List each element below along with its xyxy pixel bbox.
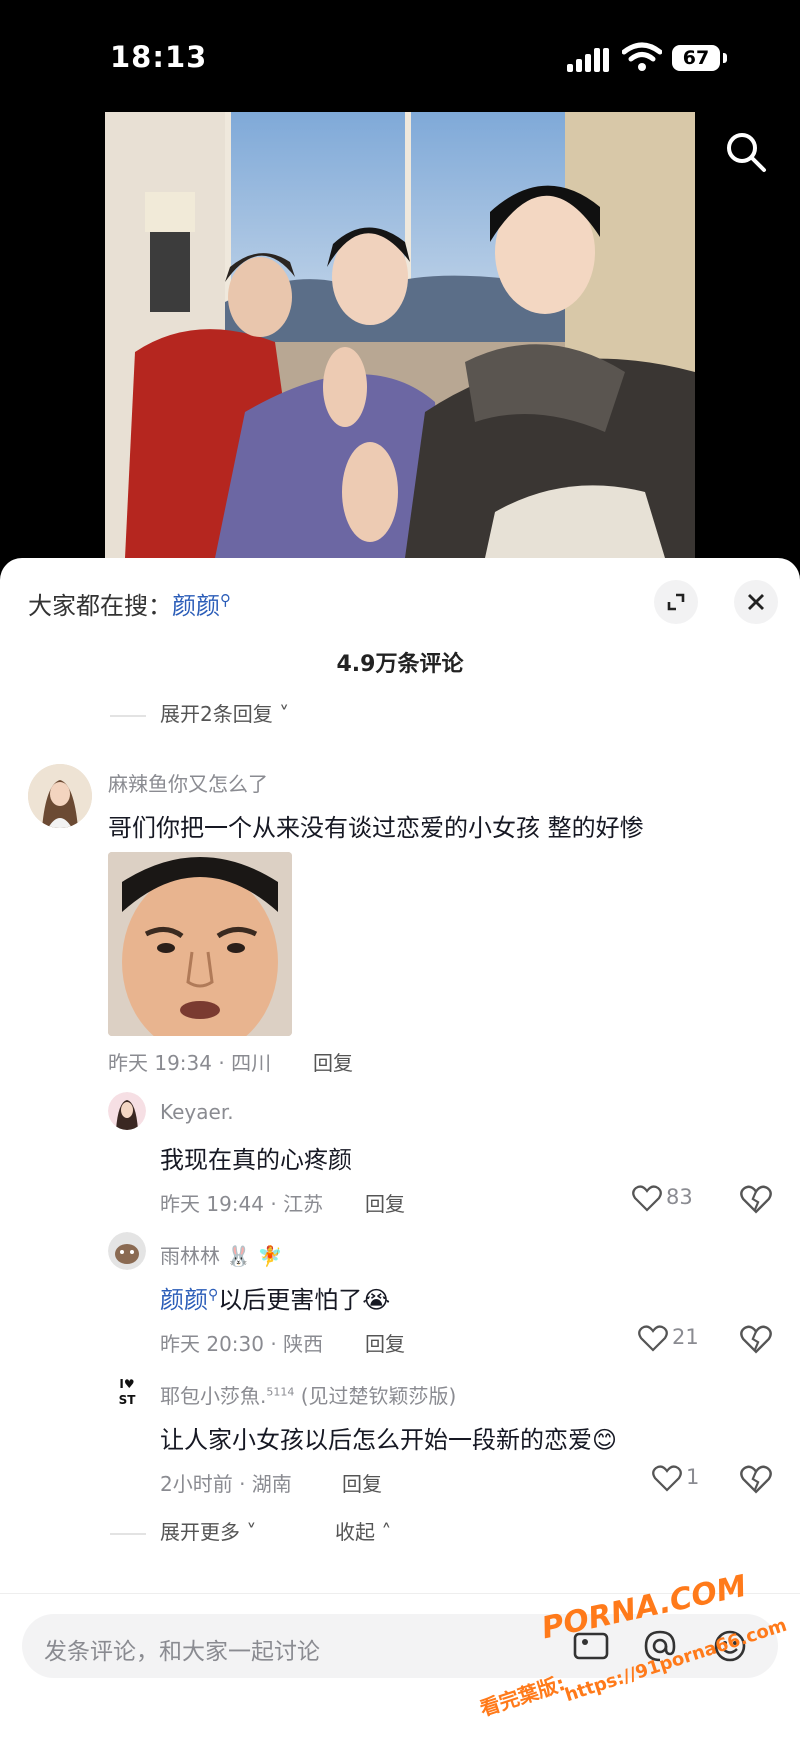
status-bar: 18:13 67: [0, 0, 800, 110]
like-button[interactable]: 83: [632, 1184, 693, 1212]
smile-emoji: 😊: [592, 1426, 618, 1454]
collapse-replies[interactable]: 收起 ˄: [335, 1516, 391, 1545]
dislike-icon[interactable]: [740, 1324, 772, 1354]
comment-count: 4.9万条评论: [336, 652, 464, 677]
collapse-label: 收起: [335, 1520, 375, 1544]
reply-button[interactable]: 回复: [365, 1188, 405, 1217]
reply-meta: 2小时前 · 湖南: [160, 1472, 292, 1496]
hot-search-bar[interactable]: 大家都在搜：颜颜⚲: [28, 586, 231, 621]
close-sheet-button[interactable]: [734, 580, 778, 624]
comment-image[interactable]: [108, 852, 292, 1036]
chevron-down-icon: ˅: [240, 1520, 257, 1544]
reply-text-body: 让人家小女孩以后怎么开始一段新的恋爱: [160, 1426, 592, 1454]
like-count: 83: [666, 1185, 693, 1209]
reply-text: 颜颜⚲以后更害怕了😭: [160, 1280, 390, 1315]
meme-face-image: [108, 852, 292, 1036]
expand-replies-top[interactable]: 展开2条回复 ˅: [110, 698, 289, 727]
reply-text: 让人家小女孩以后怎么开始一段新的恋爱😊: [160, 1420, 617, 1455]
like-button[interactable]: 1: [652, 1464, 699, 1492]
reply-username-text: 雨林林: [160, 1244, 220, 1268]
status-time: 18:13: [110, 40, 208, 74]
reply-meta: 昨天 20:30 · 陕西: [160, 1332, 324, 1356]
avatar[interactable]: [108, 1092, 146, 1130]
battery-cap: [723, 53, 727, 63]
reply-username[interactable]: Keyaer.: [160, 1100, 234, 1124]
group-selfie-image: [105, 112, 695, 558]
svg-text:ST: ST: [119, 1393, 137, 1407]
heart-icon: [638, 1325, 668, 1352]
signal-icon: [567, 48, 609, 72]
comment-sheet: 大家都在搜：颜颜⚲ 4.9万条评论 展开2条回复 ˅: [0, 558, 800, 1741]
svg-text:I♥: I♥: [119, 1377, 134, 1391]
comment-meta: 昨天 19:34 · 四川: [108, 1051, 272, 1075]
hot-search-keyword[interactable]: 颜颜: [172, 592, 220, 620]
expand-sheet-button[interactable]: [654, 580, 698, 624]
avatar-image: [108, 1092, 146, 1130]
dislike-icon[interactable]: [740, 1184, 772, 1214]
heart-icon: [632, 1185, 662, 1212]
username-emoji: 🐰 🧚: [226, 1244, 283, 1268]
dislike-icon[interactable]: [740, 1464, 772, 1494]
avatar[interactable]: [108, 1232, 146, 1270]
reply-username-text: 耶包小莎魚.: [160, 1384, 267, 1408]
like-count: 1: [686, 1465, 700, 1489]
reply-username[interactable]: 雨林林 🐰 🧚: [160, 1240, 283, 1269]
comment-text: 哥们你把一个从来没有谈过恋爱的小女孩 整的好惨: [108, 814, 644, 842]
reply-username[interactable]: 耶包小莎魚.5114 (见过楚钦颖莎版): [160, 1380, 456, 1409]
username-superscript: 5114: [266, 1385, 295, 1399]
hot-search-prefix: 大家都在搜：: [28, 592, 172, 620]
avatar[interactable]: I♥ ST: [108, 1372, 146, 1410]
comment-input-placeholder: 发条评论，和大家一起讨论: [44, 1639, 320, 1665]
username-note: (见过楚钦颖莎版): [294, 1384, 457, 1408]
avatar-image: I♥ ST: [108, 1372, 146, 1410]
mention-keyword[interactable]: 颜颜: [160, 1286, 208, 1314]
expand-more-replies[interactable]: 展开更多 ˅: [110, 1516, 256, 1545]
hot-search-magnifier-icon: ⚲: [220, 591, 231, 609]
expand-more-label: 展开更多: [160, 1520, 240, 1544]
crying-emoji: 😭: [362, 1286, 391, 1314]
search-icon[interactable]: [724, 130, 768, 174]
reply-text-body: 以后更害怕了: [218, 1286, 363, 1314]
battery-indicator: 67: [672, 45, 720, 71]
avatar-image: [28, 764, 92, 828]
reply-button[interactable]: 回复: [342, 1468, 382, 1497]
chevron-up-icon: ˄: [375, 1520, 392, 1544]
heart-icon: [652, 1465, 682, 1492]
comment-username[interactable]: 麻辣鱼你又怎么了: [108, 768, 268, 797]
keyword-magnifier-icon: ⚲: [208, 1287, 219, 1303]
close-icon: [748, 594, 764, 610]
avatar[interactable]: [28, 764, 92, 828]
like-count: 21: [672, 1325, 699, 1349]
expand-icon: [667, 593, 685, 611]
reply-button[interactable]: 回复: [365, 1328, 405, 1357]
divider: [110, 714, 146, 717]
video-photo[interactable]: [105, 112, 695, 558]
reply-meta: 昨天 19:44 · 江苏: [160, 1192, 324, 1216]
wifi-icon: [622, 42, 662, 71]
like-button[interactable]: 21: [638, 1324, 699, 1352]
divider: [110, 1532, 146, 1535]
expand-replies-label: 展开2条回复: [160, 702, 273, 726]
reply-button[interactable]: 回复: [313, 1047, 353, 1076]
reply-text: 我现在真的心疼颜: [160, 1146, 352, 1174]
chevron-down-icon: ˅: [272, 702, 290, 726]
avatar-image: [108, 1232, 146, 1270]
